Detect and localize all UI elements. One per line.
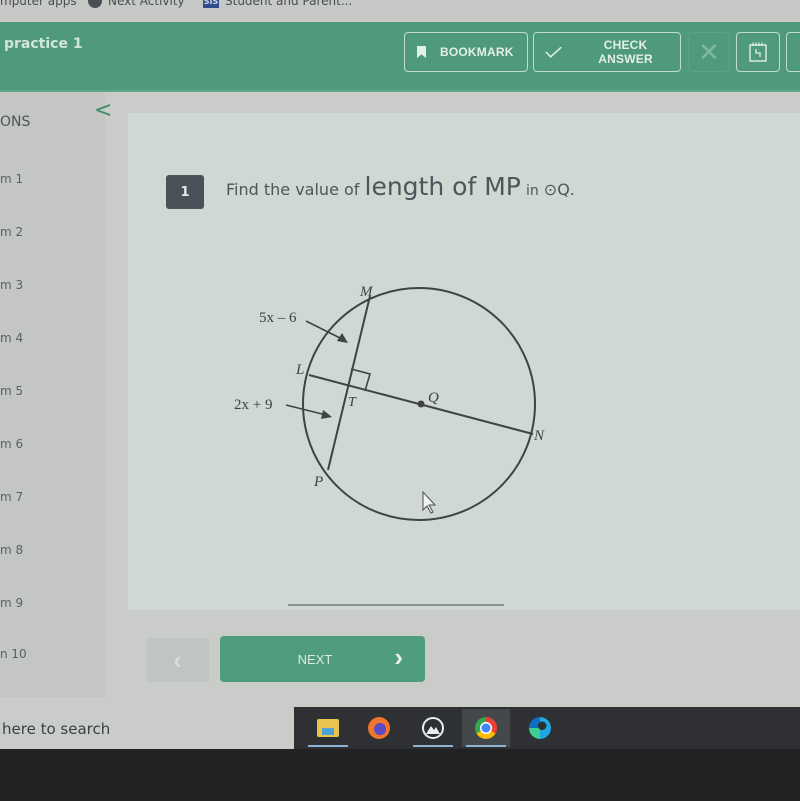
previous-button[interactable]: ‹: [146, 638, 209, 682]
more-button[interactable]: [786, 32, 800, 72]
bookmarks-bar: mputer apps Next Activity SIS Student an…: [0, 0, 800, 22]
bookmark-computer-apps[interactable]: mputer apps: [0, 0, 77, 8]
next-label: NEXT: [297, 652, 333, 667]
circle-diagram: M L T Q N P 5x – 6 2x + 9: [234, 284, 545, 521]
sidebar-item-2[interactable]: m 2: [0, 225, 23, 239]
circle-name: Q.: [557, 180, 575, 199]
point-label-n: N: [533, 428, 545, 444]
bookmark-label: Student and Parent...: [225, 0, 353, 8]
lower-arrowhead: [321, 410, 332, 419]
taskbar-chrome[interactable]: [462, 709, 510, 747]
check-answer-label: CHECK ANSWER: [598, 38, 653, 66]
close-icon: ✕: [698, 36, 720, 67]
question-number-badge: 1: [166, 175, 204, 209]
globe-icon: [88, 0, 102, 8]
sidebar-item-6[interactable]: m 6: [0, 437, 23, 451]
bookmark-next-activity[interactable]: Next Activity: [88, 0, 185, 8]
circle-symbol: ⊙: [543, 180, 558, 199]
sis-icon: SIS: [203, 0, 219, 8]
center-point: [417, 400, 425, 408]
bookmark-button[interactable]: BOOKMARK: [404, 32, 528, 72]
sidebar-item-5[interactable]: m 5: [0, 384, 23, 398]
sidebar-item-8[interactable]: m 8: [0, 543, 23, 557]
point-label-l: L: [295, 362, 304, 378]
questions-sidebar: ONS m 1 m 2 m 3 m 4 m 5 m 6 m 7 m 8 m 9 …: [0, 92, 105, 697]
chord-mp: [327, 295, 371, 471]
sidebar-item-7[interactable]: m 7: [0, 490, 23, 504]
answer-divider: [288, 604, 504, 606]
point-label-q: Q: [428, 390, 439, 406]
close-button[interactable]: ✕: [688, 32, 730, 72]
next-button[interactable]: NEXT ›: [220, 636, 425, 682]
sidebar-title: ONS: [0, 114, 31, 130]
chevron-left-icon: ‹: [173, 644, 182, 675]
collapse-sidebar-button[interactable]: <: [94, 100, 112, 122]
point-label-t: T: [348, 395, 357, 410]
edge-icon: [529, 717, 551, 739]
sidebar-item-3[interactable]: m 3: [0, 278, 23, 292]
chrome-icon: [475, 717, 497, 739]
search-placeholder: here to search: [2, 720, 111, 738]
point-label-p: P: [313, 474, 323, 490]
taskbar-search[interactable]: here to search: [0, 707, 294, 749]
taskbar-edge[interactable]: [516, 709, 564, 747]
notepad-icon: [749, 42, 767, 62]
sidebar-item-4[interactable]: m 4: [0, 331, 23, 345]
firefox-icon: [368, 717, 390, 739]
running-indicator: [466, 745, 506, 747]
taskbar-mountain-app[interactable]: [409, 709, 457, 747]
bookmark-icon: [417, 46, 426, 58]
bookmark-label: mputer apps: [0, 0, 77, 8]
monitor-bezel: [0, 749, 800, 801]
check-answer-button[interactable]: CHECK ANSWER: [533, 32, 681, 72]
lower-segment-label: 2x + 9: [234, 397, 272, 413]
question-text: Find the value of length of MP in ⊙Q.: [226, 172, 575, 201]
point-label-m: M: [359, 284, 374, 300]
chevron-right-icon: ›: [394, 642, 403, 672]
bookmark-student-parent[interactable]: SIS Student and Parent...: [203, 0, 352, 8]
checkmark-icon: [545, 46, 562, 58]
page-title: practice 1: [4, 36, 83, 52]
question-target: length of MP: [364, 172, 521, 201]
sidebar-item-9[interactable]: m 9: [0, 596, 23, 610]
mouse-cursor-icon: [422, 490, 437, 514]
bookmark-label: Next Activity: [108, 0, 185, 8]
assessment-header: practice 1 BOOKMARK CHECK ANSWER ✕: [0, 22, 800, 92]
taskbar-firefox[interactable]: [355, 709, 403, 747]
question-in: in: [525, 183, 539, 199]
upper-segment-label: 5x – 6: [259, 310, 297, 326]
sidebar-item-10[interactable]: n 10: [0, 647, 27, 661]
chevron-left-icon: <: [94, 98, 113, 123]
folder-icon: [317, 719, 339, 737]
running-indicator: [308, 745, 348, 747]
running-indicator: [413, 745, 453, 747]
lower-arrow: [285, 404, 327, 416]
notepad-button[interactable]: [736, 32, 780, 72]
bookmark-label: BOOKMARK: [440, 45, 514, 59]
mountain-app-icon: [422, 717, 444, 739]
question-prefix: Find the value of: [226, 180, 360, 199]
taskbar-file-explorer[interactable]: [304, 709, 352, 747]
sidebar-item-1[interactable]: m 1: [0, 172, 23, 186]
